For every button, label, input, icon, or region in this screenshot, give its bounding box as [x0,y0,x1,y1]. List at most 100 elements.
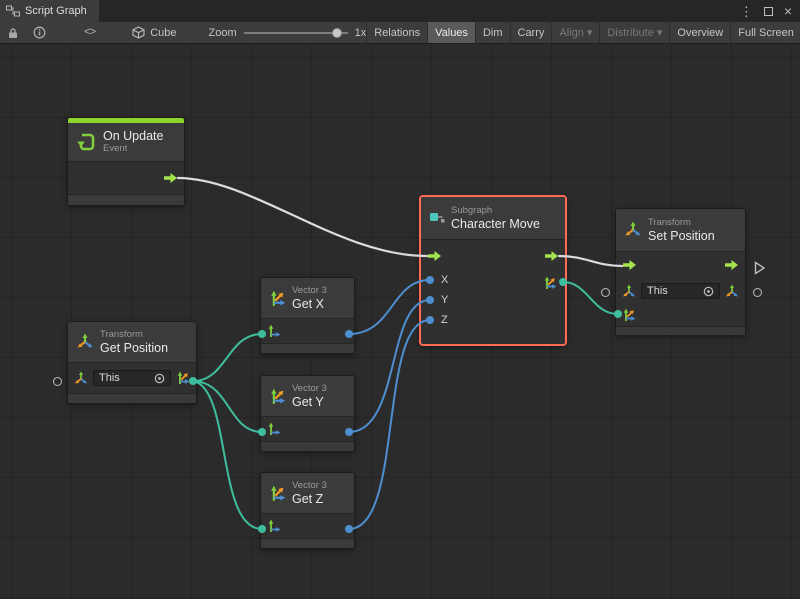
node-footer [616,326,745,335]
node-title: Get Z [292,492,327,506]
wire-getz-to-z[interactable] [349,320,430,529]
node-footer [68,393,196,403]
vector3-type-icon [267,422,281,436]
node-get-y[interactable]: Vector 3 Get Y [260,375,355,452]
vector3-icon [269,388,286,405]
vector3-type-icon [267,324,281,338]
align-dropdown[interactable]: Align ▾ [551,22,599,43]
info-icon [33,26,46,39]
node-title: Get Position [100,341,168,355]
this-input-port[interactable] [53,377,62,386]
node-character-move[interactable]: Subgraph Character Move X Y Z [420,196,566,345]
input-z-label: Z [441,314,448,326]
zoom-label: Zoom [209,27,237,39]
node-subtitle: Event [103,143,163,155]
this-target-dropdown[interactable]: This [93,370,171,386]
on-update-loop-icon [75,131,97,153]
chevron-down-icon: ▾ [657,26,663,39]
input-x-label: X [441,274,448,286]
full-screen-button[interactable]: Full Screen [730,22,800,43]
values-button[interactable]: Values [427,22,475,43]
wire-gety-to-y[interactable] [349,300,430,432]
node-title: Get Y [292,395,327,409]
control-input-port[interactable] [427,250,442,262]
dim-button[interactable]: Dim [475,22,510,43]
control-input-port[interactable] [622,259,637,271]
vector3-icon [269,290,286,307]
wire-getx-to-x[interactable] [349,280,430,334]
zoom-value: 1x [355,27,367,39]
script-graph-icon [6,5,20,17]
zoom-slider-knob[interactable] [332,28,342,38]
node-title: Set Position [648,229,715,243]
wire-charactermove-to-setposition-value[interactable] [563,282,618,314]
vector3-type-icon [267,519,281,533]
vector3-icon [269,485,286,502]
wire-getposition-to-getz[interactable] [193,381,262,529]
node-subtitle: Vector 3 [292,480,327,492]
node-set-position[interactable]: Transform Set Position [615,208,746,335]
node-title: On Update [103,129,163,143]
node-footer [261,441,354,451]
graph-toolbar: <> Cube Zoom 1x Relations Values Dim Car… [0,22,800,44]
input-y-label: Y [441,294,448,306]
zoom-slider[interactable] [244,32,348,34]
wire-charactermove-to-setposition[interactable] [559,256,622,266]
overview-button[interactable]: Overview [669,22,730,43]
node-footer [261,538,354,548]
node-subtitle: Transform [100,329,168,341]
target-name: Cube [150,27,176,39]
kebab-menu-icon[interactable]: ⋮ [740,5,753,18]
node-get-position[interactable]: Transform Get Position This [67,321,197,404]
node-footer [68,194,184,205]
control-output-port[interactable] [163,172,178,184]
node-get-z[interactable]: Vector 3 Get Z [260,472,355,549]
relations-button[interactable]: Relations [366,22,427,43]
node-title: Get X [292,297,327,311]
node-subtitle: Subgraph [451,205,540,217]
unconnected-control-port[interactable] [754,261,766,275]
node-title: Character Move [451,217,540,231]
carry-button[interactable]: Carry [510,22,552,43]
node-get-x[interactable]: Vector 3 Get X [260,277,355,354]
this-input-port[interactable] [601,288,610,297]
transform-icon [76,333,94,351]
code-icon: <> [84,27,95,39]
control-output-port[interactable] [544,250,559,262]
transform-output-type-icon [725,284,739,298]
edit-source-button[interactable]: <> [77,22,102,43]
transform-type-icon [622,284,636,298]
graph-canvas[interactable]: On Update Event [0,44,800,599]
distribute-dropdown[interactable]: Distribute ▾ [599,22,669,43]
tab-script-graph[interactable]: Script Graph [0,0,99,22]
info-button[interactable] [26,22,53,43]
graph-target[interactable]: Cube [132,26,176,39]
target-icon [154,373,165,384]
node-subtitle: Vector 3 [292,285,327,297]
node-subtitle: Vector 3 [292,383,327,395]
chevron-down-icon: ▾ [587,26,593,39]
tab-title: Script Graph [25,5,87,17]
node-subtitle: Transform [648,217,715,229]
vector3-output-type-icon [543,276,557,290]
this-target-dropdown[interactable]: This [641,283,720,299]
control-output-port[interactable] [724,259,739,271]
script-graph-window: Script Graph ⋮ × <> [0,0,800,599]
target-icon [703,286,714,297]
wire-getposition-to-gety[interactable] [193,381,262,432]
transform-type-icon [74,371,88,385]
maximize-icon[interactable] [764,7,773,16]
close-icon[interactable]: × [784,4,792,18]
transform-icon [624,221,642,239]
node-footer [261,343,354,353]
subgraph-icon [429,210,445,226]
lock-button[interactable] [0,22,26,43]
wire-getposition-to-getx[interactable] [193,334,262,381]
vector3-type-icon [622,308,636,322]
wire-onupdate-to-charactermove[interactable] [178,178,427,256]
vector3-type-icon [176,371,190,385]
titlebar: Script Graph ⋮ × [0,0,800,22]
node-on-update[interactable]: On Update Event [67,117,185,206]
cube-icon [132,26,145,39]
unconnected-value-port[interactable] [753,288,762,297]
